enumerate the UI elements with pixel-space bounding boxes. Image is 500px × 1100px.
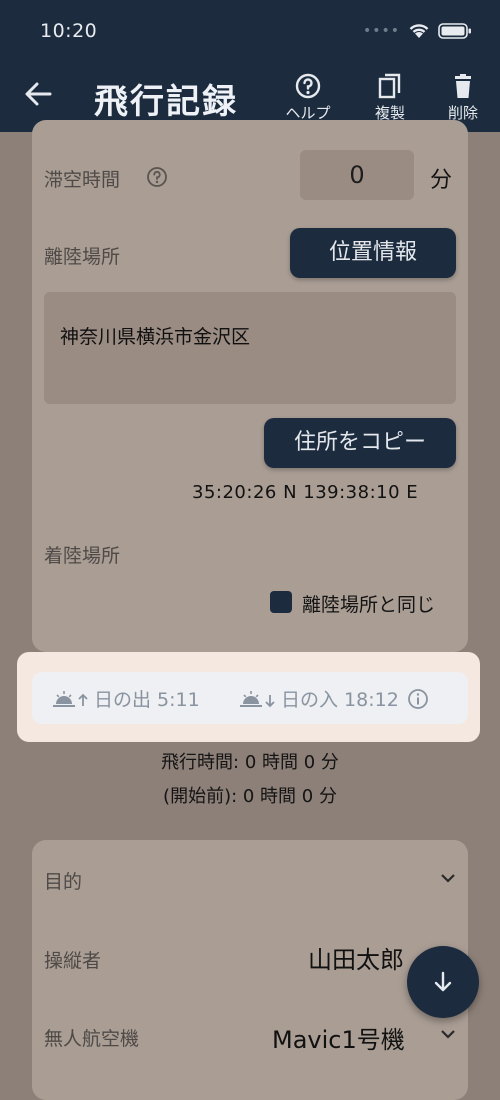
- hover-time-unit: 分: [430, 168, 453, 193]
- sunset-item: 日の入 18:12: [239, 685, 429, 712]
- back-arrow-icon[interactable]: [22, 78, 54, 110]
- sun-times-bar[interactable]: 日の出 5:11 日の入 18:12: [32, 672, 468, 724]
- location-info-button[interactable]: 位置情報: [290, 228, 456, 278]
- takeoff-coordinates: 35:20:26 N 139:38:10 E: [192, 482, 419, 503]
- same-as-takeoff-label[interactable]: 離陸場所と同じ: [302, 590, 435, 617]
- help-icon[interactable]: [146, 166, 168, 188]
- chevron-down-icon[interactable]: [440, 872, 456, 884]
- sunset-text: 日の入 18:12: [281, 689, 399, 711]
- sunrise-item: 日の出 5:11: [52, 685, 200, 712]
- aircraft-value[interactable]: Mavic1号機: [272, 1020, 405, 1055]
- takeoff-label: 離陸場所: [44, 246, 121, 268]
- status-time: 10:20: [40, 20, 98, 42]
- same-as-takeoff-checkbox[interactable]: [270, 591, 292, 613]
- help-circle-icon: [295, 73, 321, 99]
- page-title: 飛行記録: [94, 82, 238, 122]
- arrow-down-icon: [434, 971, 452, 992]
- flight-time-before-start: (開始前): 0 時間 0 分: [163, 786, 337, 807]
- info-icon[interactable]: [407, 688, 429, 710]
- copy-address-button[interactable]: 住所をコピー: [264, 418, 456, 468]
- purpose-label[interactable]: 目的: [44, 867, 82, 894]
- scroll-down-button[interactable]: [407, 946, 479, 1018]
- status-icons: ••••: [363, 22, 472, 40]
- help-button[interactable]: ヘルプ: [275, 72, 341, 123]
- status-bar: 10:20 ••••: [0, 0, 500, 64]
- sunrise-icon: [53, 690, 88, 707]
- delete-button[interactable]: 削除: [430, 72, 496, 123]
- landing-label: 着陸場所: [44, 545, 121, 567]
- hover-time-input[interactable]: 0: [300, 150, 414, 200]
- aircraft-label: 無人航空機: [44, 1028, 140, 1050]
- takeoff-address-field[interactable]: 神奈川県横浜市金沢区: [44, 292, 456, 404]
- sunset-icon: [240, 690, 275, 707]
- operator-label: 操縦者: [44, 950, 102, 972]
- flight-time-text: 飛行時間: 0 時間 0 分: [161, 752, 339, 773]
- copy-icon: [378, 73, 401, 99]
- battery-icon: [438, 23, 471, 39]
- wifi-icon: [409, 24, 429, 38]
- operator-value[interactable]: 山田太郎: [308, 940, 404, 975]
- hover-time-label: 滞空時間: [44, 169, 121, 191]
- trash-icon: [455, 74, 471, 98]
- signal-icon: ••••: [362, 23, 400, 39]
- chevron-down-icon[interactable]: [440, 1028, 456, 1040]
- sunrise-text: 日の出 5:11: [94, 689, 200, 711]
- duplicate-button[interactable]: 複製: [357, 72, 423, 123]
- takeoff-address-text: 神奈川県横浜市金沢区: [60, 326, 251, 348]
